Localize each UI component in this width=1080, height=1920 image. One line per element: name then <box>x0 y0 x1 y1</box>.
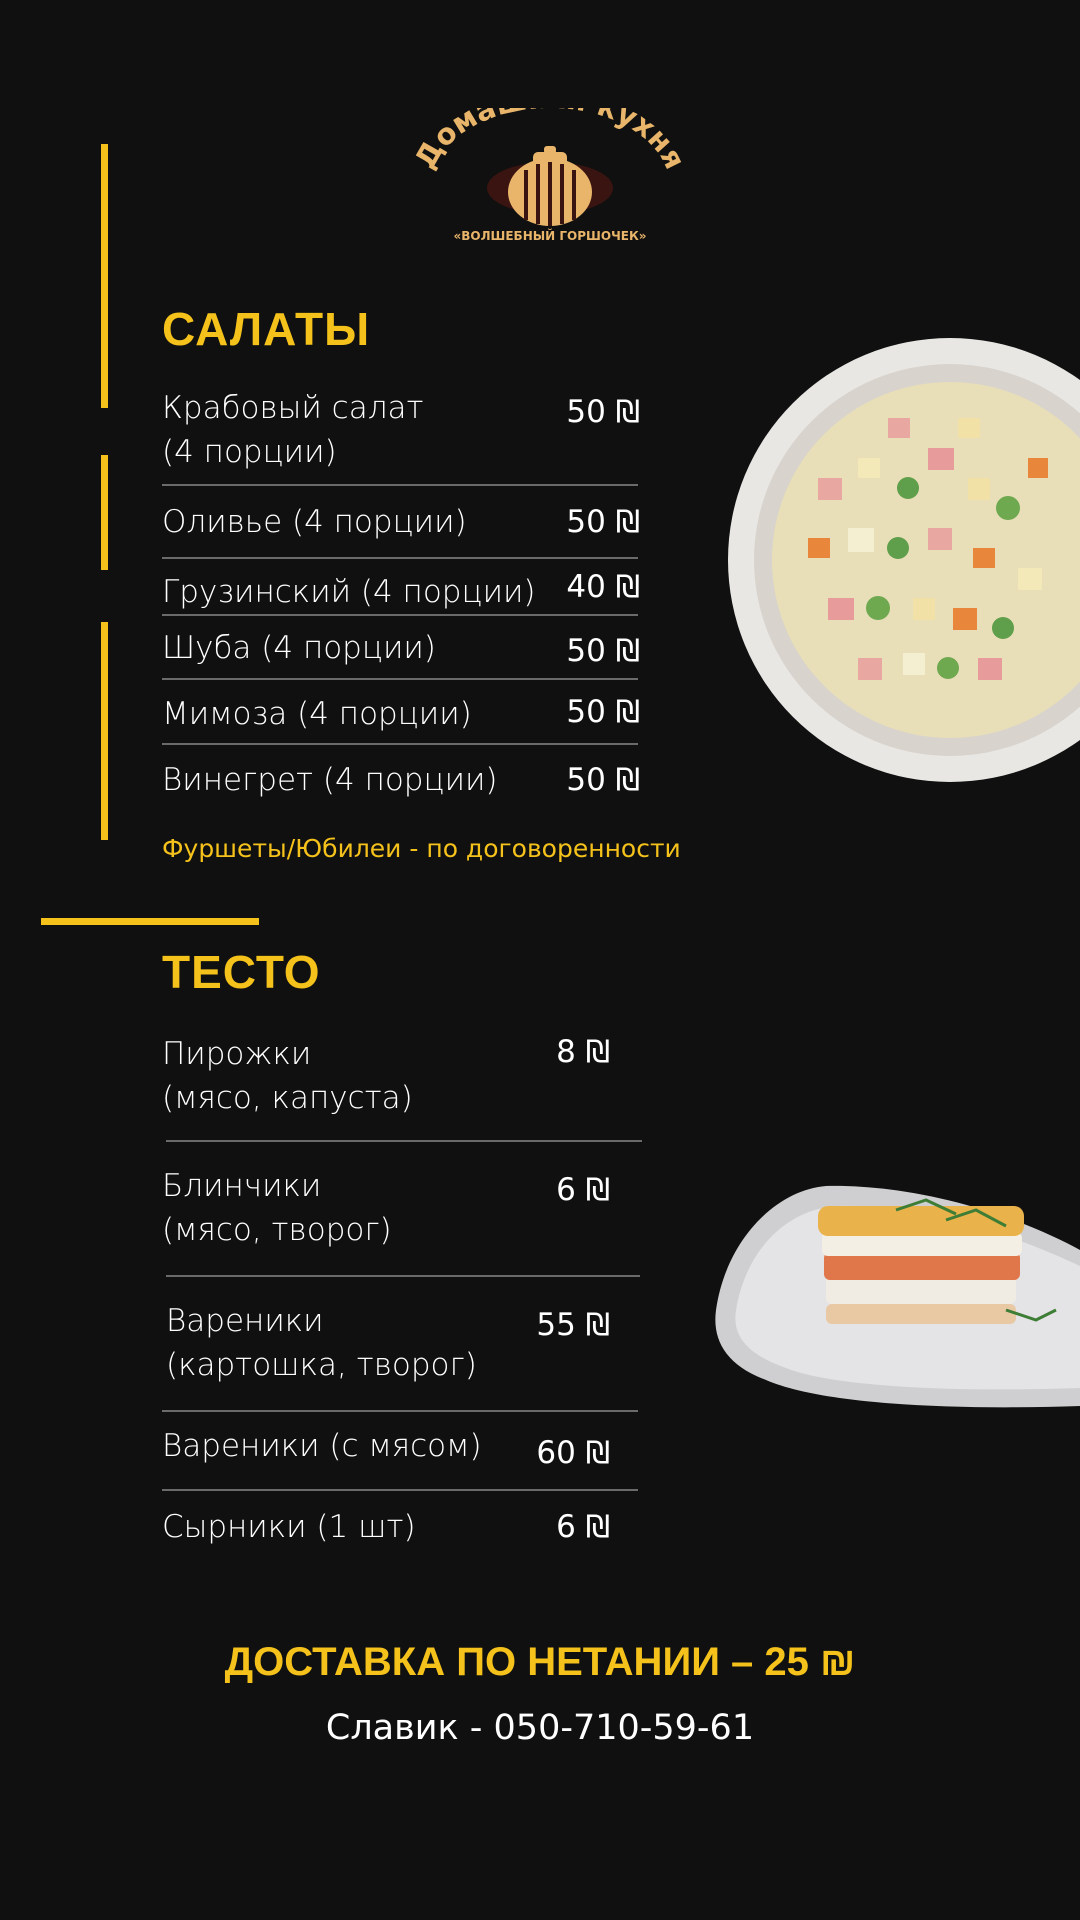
divider-line <box>166 1140 642 1142</box>
dough-item-name: Пирожки (мясо, капуста) <box>162 1036 413 1116</box>
dough-item-name: Сырники (1 шт) <box>162 1509 416 1545</box>
dough-item-name: Вареники (картошка, творог) <box>166 1303 477 1383</box>
divider-line <box>162 484 638 486</box>
brand-subtitle: «ВОЛШЕБНЫЙ ГОРШОЧЕК» <box>453 228 646 243</box>
divider-line <box>166 1275 640 1277</box>
pot-icon <box>487 146 613 226</box>
contact-phone[interactable]: Славик - 050-710-59-61 <box>0 1708 1080 1748</box>
olivier-salad-photo <box>728 338 1080 782</box>
salad-item-name: Крабовый салат (4 порции) <box>162 390 424 470</box>
salad-item-price: 40 ₪ <box>566 569 640 605</box>
layered-salad-photo <box>715 1185 1080 1408</box>
salads-title: САЛАТЫ <box>162 303 371 355</box>
delivery-banner: ДОСТАВКА ПО НЕТАНИИ – 25 ₪ <box>224 1640 856 1684</box>
salad-item-price: 50 ₪ <box>566 694 640 730</box>
dough-item-price: 8 ₪ <box>556 1034 610 1070</box>
salad-item-price: 50 ₪ <box>566 633 640 669</box>
dough-item-price: 60 ₪ <box>536 1435 610 1471</box>
divider-line <box>162 678 638 680</box>
brand-logo: Домашняя кухня «ВОЛШЕБНЫЙ ГОРШОЧЕК» <box>408 108 692 243</box>
dough-title: ТЕСТО <box>162 946 321 998</box>
accent-bar-top <box>101 144 108 408</box>
dough-item-name: Вареники (с мясом) <box>162 1428 482 1464</box>
salad-item-name: Оливье (4 порции) <box>162 504 467 540</box>
section-divider-bar <box>41 918 259 925</box>
divider-line <box>162 614 638 616</box>
dough-item-price: 6 ₪ <box>556 1172 610 1208</box>
accent-bar-bottom <box>101 622 108 840</box>
salad-item-price: 50 ₪ <box>566 394 640 430</box>
salad-item-price: 50 ₪ <box>566 504 640 540</box>
catering-note: Фуршеты/Юбилеи - по договоренности <box>162 834 681 863</box>
dough-item-price: 55 ₪ <box>536 1307 610 1343</box>
salad-item-name: Грузинский (4 порции) <box>162 574 536 610</box>
divider-line <box>162 743 638 745</box>
salad-item-price: 50 ₪ <box>566 762 640 798</box>
accent-bar-middle <box>101 455 108 570</box>
salad-item-name: Винегрет (4 порции) <box>162 762 498 798</box>
salad-item-name: Шуба (4 порции) <box>162 630 436 666</box>
divider-line <box>162 557 638 559</box>
divider-line <box>162 1489 638 1491</box>
salad-item-name: Мимоза (4 порции) <box>162 696 472 732</box>
dough-item-price: 6 ₪ <box>556 1509 610 1545</box>
dough-item-name: Блинчики (мясо, творог) <box>162 1168 392 1248</box>
divider-line <box>162 1410 638 1412</box>
